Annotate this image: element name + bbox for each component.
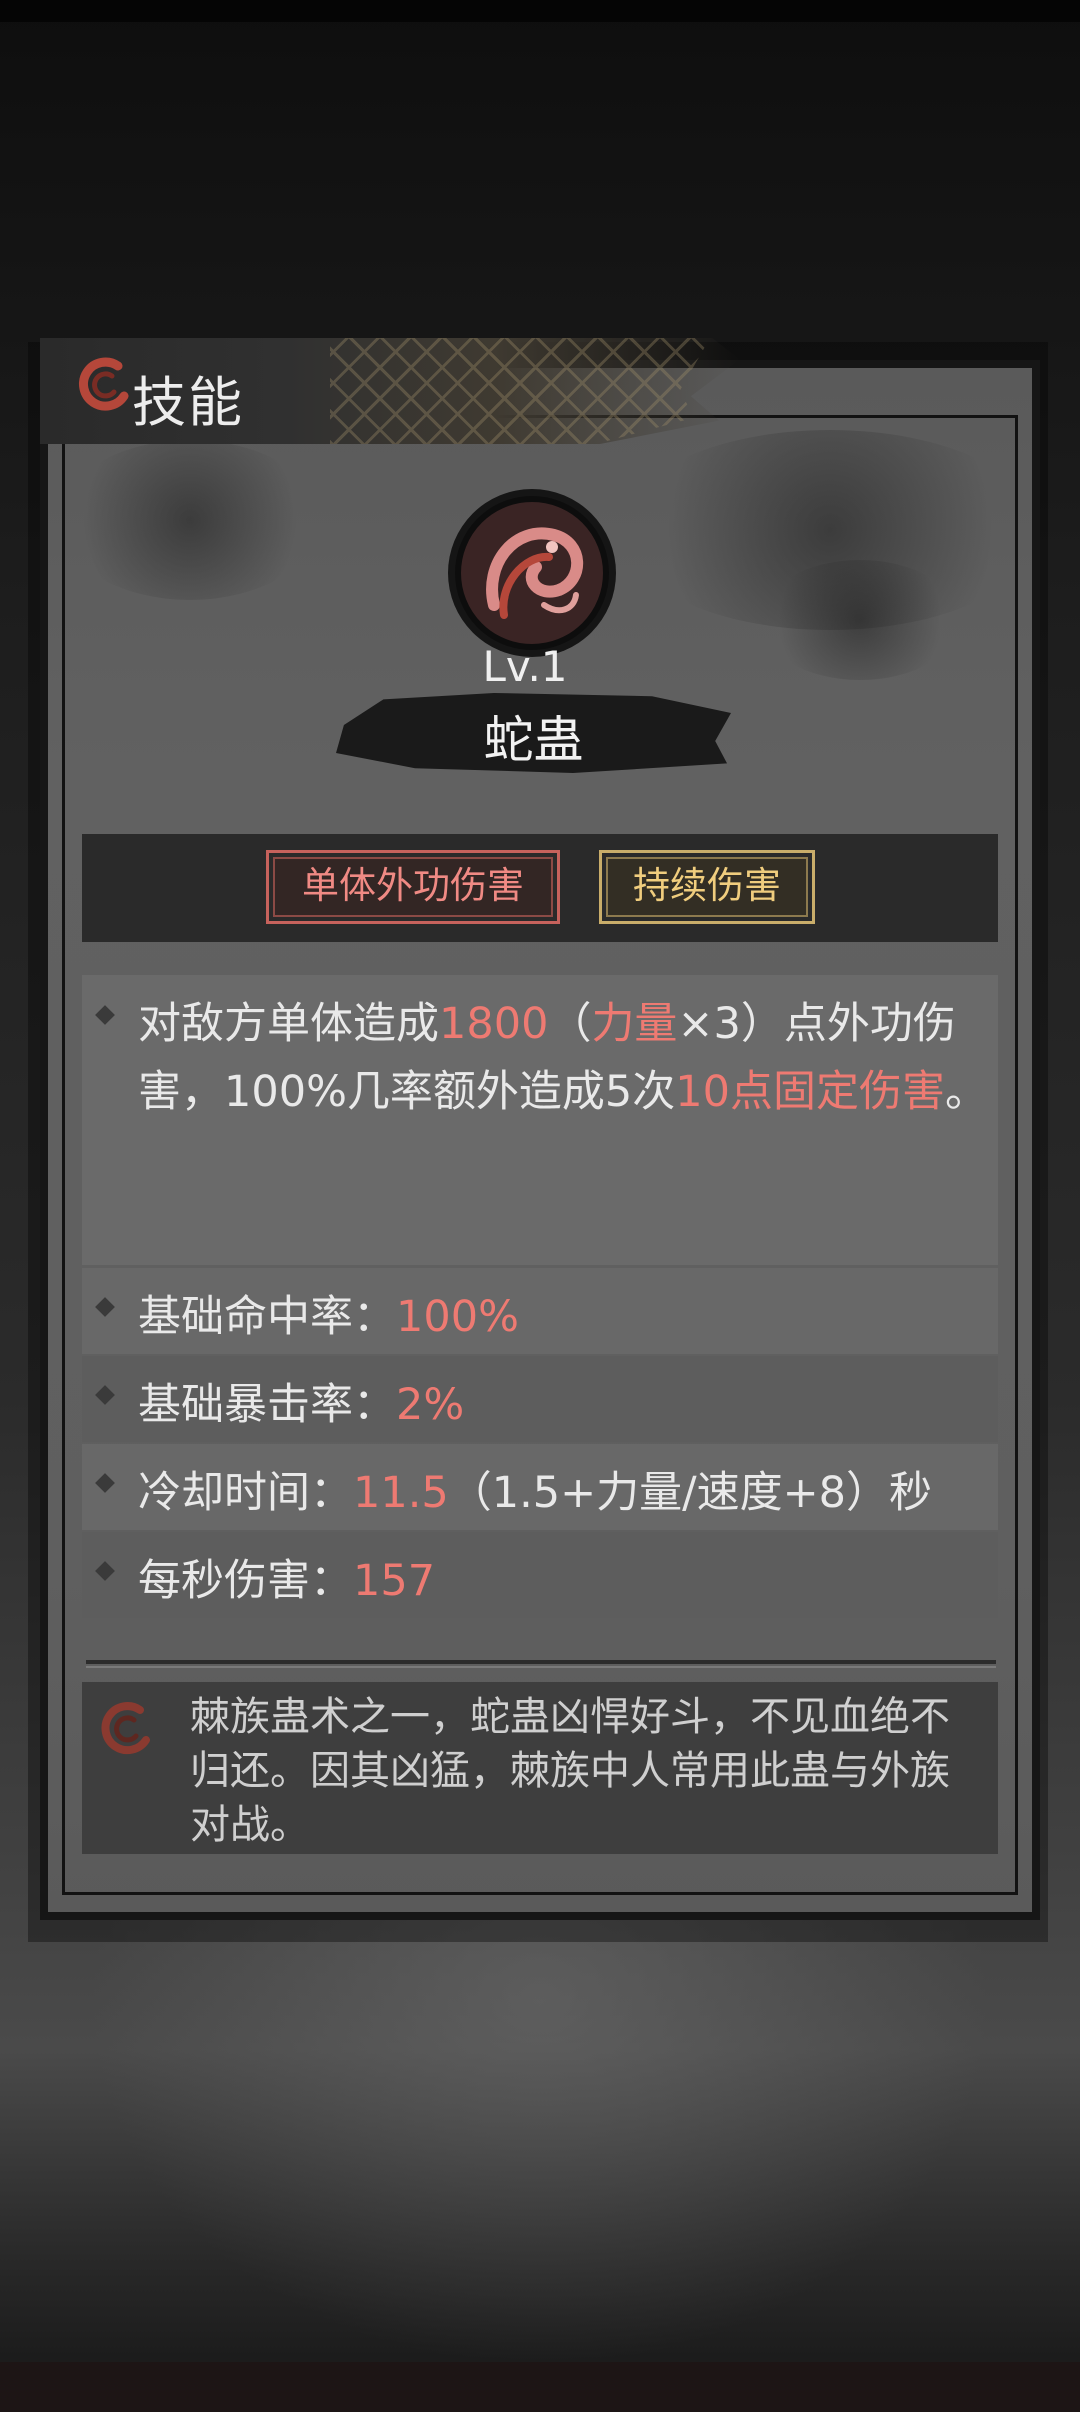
ink-splash bbox=[760, 560, 960, 680]
stat-row-crit-rate: 基础暴击率：2% bbox=[82, 1356, 998, 1442]
skill-level: Lv.1 bbox=[482, 642, 568, 691]
stat-row-hit-rate: 基础命中率：100% bbox=[82, 1268, 998, 1354]
divider bbox=[86, 1666, 996, 1668]
bullet-icon bbox=[95, 1297, 115, 1317]
ink-splash bbox=[60, 440, 320, 600]
stat-row-dps: 每秒伤害：157 bbox=[82, 1532, 998, 1618]
tag-single-external-damage: 单体外功伤害 bbox=[266, 850, 560, 924]
bottom-strip bbox=[0, 2362, 1080, 2412]
skill-description: 对敌方单体造成1800（力量×3）点外功伤害，100%几率额外造成5次10点固定… bbox=[138, 999, 989, 1117]
skill-name: 蛇蛊 bbox=[483, 711, 584, 769]
stat-row-cooldown: 冷却时间：11.5（1.5+力量/速度+8）秒 bbox=[82, 1444, 998, 1530]
snake-gu-skill-icon[interactable] bbox=[444, 485, 620, 661]
page-title: 技能 bbox=[132, 371, 244, 434]
title-banner-pattern bbox=[330, 338, 710, 444]
swirl-icon bbox=[101, 1702, 150, 1755]
lore-text: 棘族蛊术之一，蛇蛊凶悍好斗，不见血绝不归还。因其凶猛，棘族中人常用此蛊与外族对战… bbox=[190, 1694, 950, 1848]
swirl-icon bbox=[79, 357, 129, 411]
bullet-icon bbox=[95, 1385, 115, 1405]
tag-damage-over-time: 持续伤害 bbox=[599, 850, 815, 924]
bullet-icon bbox=[95, 1561, 115, 1581]
status-bar-strip bbox=[0, 0, 1080, 22]
bullet-icon bbox=[95, 1473, 115, 1493]
divider bbox=[86, 1660, 996, 1664]
